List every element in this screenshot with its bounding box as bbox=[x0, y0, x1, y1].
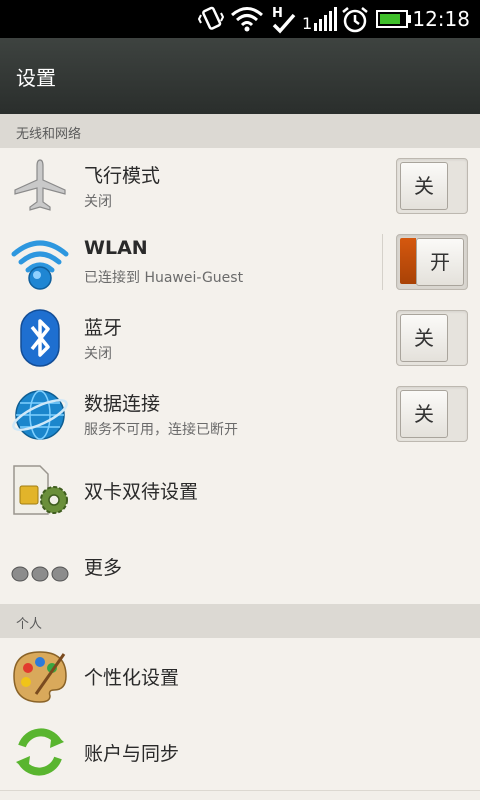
data-connection-toggle[interactable]: 关 bbox=[396, 386, 468, 442]
wlan-toggle[interactable]: 开 bbox=[396, 234, 468, 290]
svg-text:1: 1 bbox=[302, 14, 312, 33]
alarm-icon bbox=[342, 7, 368, 33]
section-label: 个人 bbox=[16, 617, 43, 632]
setting-status: 服务不可用，连接已断开 bbox=[84, 422, 238, 438]
wifi-icon bbox=[231, 7, 263, 32]
row-divider bbox=[382, 234, 383, 290]
sync-icon bbox=[16, 728, 64, 776]
paint-palette-icon bbox=[13, 651, 67, 703]
signal-icon: 1 bbox=[302, 7, 337, 33]
toggle-knob: 关 bbox=[400, 390, 448, 438]
toggle-knob: 关 bbox=[400, 314, 448, 362]
title-bar: 设置 bbox=[0, 38, 480, 114]
setting-status: 已连接到 Huawei-Guest bbox=[84, 270, 244, 286]
setting-row-airplane-mode[interactable]: 飞行模式 关闭 关 bbox=[0, 148, 480, 225]
more-dots-icon bbox=[11, 566, 69, 582]
svg-text:H: H bbox=[272, 6, 283, 21]
setting-label: 个性化设置 bbox=[84, 667, 180, 689]
airplane-mode-toggle[interactable]: 关 bbox=[396, 158, 468, 214]
page-title: 设置 bbox=[16, 66, 56, 90]
setting-status: 关闭 bbox=[84, 194, 112, 210]
toggle-knob: 开 bbox=[416, 238, 464, 286]
setting-status: 关闭 bbox=[84, 346, 112, 362]
toggle-knob: 关 bbox=[400, 162, 448, 210]
setting-label: 双卡双待设置 bbox=[84, 481, 199, 503]
airplane-icon bbox=[14, 159, 66, 211]
setting-row-personalize[interactable]: 个性化设置 bbox=[0, 638, 480, 715]
section-header-personal: 个人 bbox=[0, 604, 480, 639]
battery-icon bbox=[376, 10, 411, 28]
vibrate-icon bbox=[198, 6, 224, 30]
setting-row-wlan[interactable]: WLAN 已连接到 Huawei-Guest 开 bbox=[0, 224, 480, 301]
sim-card-gear-icon bbox=[13, 465, 68, 515]
setting-row-accounts-sync[interactable]: 账户与同步 bbox=[0, 714, 480, 791]
setting-label: 数据连接 bbox=[84, 393, 161, 415]
wifi-icon bbox=[11, 240, 69, 290]
globe-icon bbox=[12, 390, 68, 440]
status-bar: H 1 12:18 bbox=[0, 0, 480, 38]
setting-label: 蓝牙 bbox=[84, 317, 123, 339]
toggle-fill bbox=[400, 238, 416, 284]
bluetooth-toggle[interactable]: 关 bbox=[396, 310, 468, 366]
setting-label: 更多 bbox=[84, 557, 123, 579]
hsdpa-icon: H bbox=[272, 6, 296, 34]
bluetooth-icon bbox=[20, 309, 60, 367]
setting-row-more[interactable]: 更多 bbox=[0, 528, 480, 605]
section-header-wireless: 无线和网络 bbox=[0, 114, 480, 149]
setting-row-dual-sim[interactable]: 双卡双待设置 bbox=[0, 452, 480, 529]
setting-row-bluetooth[interactable]: 蓝牙 关闭 关 bbox=[0, 300, 480, 377]
setting-row-data-connection[interactable]: 数据连接 服务不可用，连接已断开 关 bbox=[0, 376, 480, 453]
setting-label: 账户与同步 bbox=[84, 743, 180, 765]
setting-label: 飞行模式 bbox=[84, 165, 161, 187]
clock: 12:18 bbox=[412, 7, 470, 31]
section-label: 无线和网络 bbox=[16, 127, 82, 142]
setting-label: WLAN bbox=[84, 237, 148, 259]
